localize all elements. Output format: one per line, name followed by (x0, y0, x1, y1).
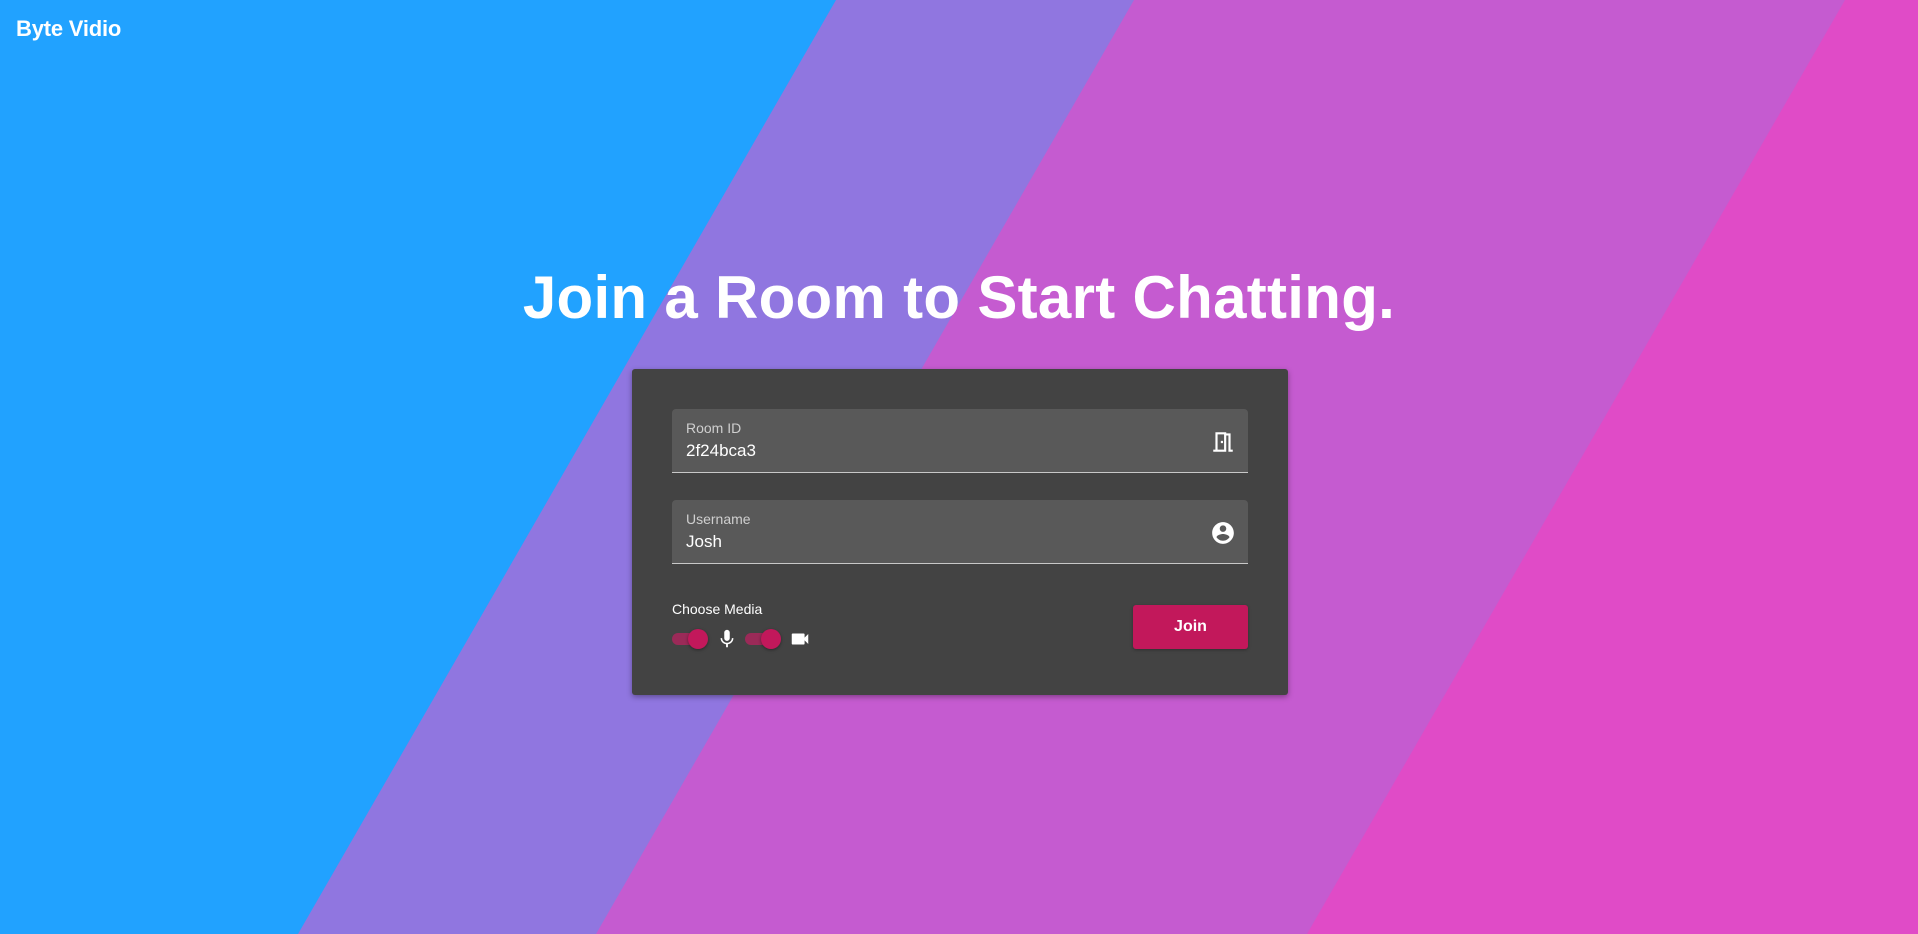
brand-logo-text[interactable]: Byte Vidio (16, 16, 121, 42)
username-field[interactable]: Username (672, 500, 1248, 564)
page-title: Join a Room to Start Chatting. (522, 264, 1396, 331)
microphone-icon (720, 629, 734, 648)
videocam-icon (791, 633, 809, 645)
choose-media-label: Choose Media (672, 601, 763, 617)
media-controls (672, 625, 872, 651)
username-input[interactable] (686, 530, 1186, 554)
camera-toggle-thumb (761, 629, 781, 649)
microphone-toggle-thumb (688, 629, 708, 649)
door-icon (1213, 432, 1233, 452)
room-id-field[interactable]: Room ID (672, 409, 1248, 473)
page: Byte Vidio Join a Room to Start Chatting… (0, 0, 1918, 934)
username-label: Username (686, 511, 751, 527)
camera-toggle[interactable] (745, 625, 781, 651)
join-button[interactable]: Join (1133, 605, 1248, 649)
microphone-toggle[interactable] (672, 625, 708, 651)
account-circle-icon (1212, 522, 1234, 544)
room-id-label: Room ID (686, 420, 742, 436)
room-id-input[interactable] (686, 439, 1186, 463)
join-room-card: Room ID Username Choose Media (632, 369, 1288, 695)
